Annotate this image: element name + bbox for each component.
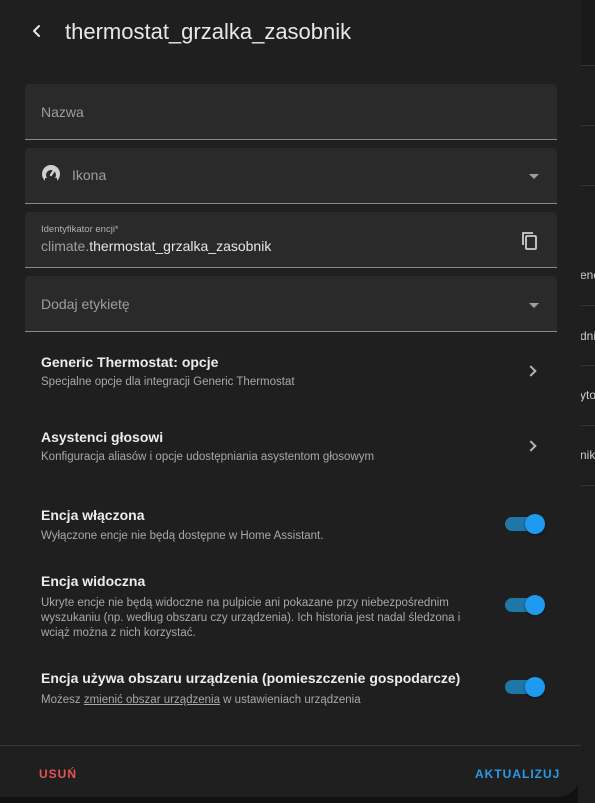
toggle-knob <box>525 514 545 534</box>
integration-options-row[interactable]: Generic Thermostat: opcje Specjalne opcj… <box>25 340 557 402</box>
dialog-title: thermostat_grzalka_zasobnik <box>65 19 352 44</box>
entity-visible-subtitle: Ukryte encje nie będą widoczne na pulpic… <box>41 597 461 639</box>
icon-field-label: Ikona <box>72 167 107 183</box>
dialog-header: thermostat_grzalka_zasobnik <box>0 0 581 62</box>
update-button[interactable]: AKTUALIZUJ <box>475 767 560 781</box>
entity-enabled-title: Encja włączona <box>41 507 145 523</box>
entity-settings-dialog: thermostat_grzalka_zasobnik Nazwa Ikona … <box>0 0 581 797</box>
toggle-knob <box>525 595 545 615</box>
toggle-knob <box>525 677 545 697</box>
name-field[interactable]: Nazwa <box>25 84 557 140</box>
delete-button[interactable]: USUŃ <box>39 767 77 781</box>
icon-picker[interactable]: Ikona <box>25 148 557 204</box>
entity-id-text: thermostat_grzalka_zasobnik <box>89 238 272 254</box>
entity-id-label: Identyfikator encji* <box>41 224 119 235</box>
back-button[interactable] <box>24 18 50 44</box>
background-text: yto <box>580 388 595 402</box>
background-text: ene <box>580 268 595 282</box>
copy-icon[interactable] <box>521 231 539 251</box>
entity-area-subtitle: Możesz zmienić obszar urządzenia w ustaw… <box>41 693 461 708</box>
entity-visible-toggle[interactable] <box>505 595 545 615</box>
gauge-icon <box>42 165 60 184</box>
voice-assistants-row[interactable]: Asystenci głosowi Konfiguracja aliasów i… <box>25 415 557 477</box>
chevron-right-icon <box>525 440 537 452</box>
labels-field-label: Dodaj etykietę <box>41 296 130 312</box>
entity-id-field[interactable]: Identyfikator encji* climate.thermostat_… <box>25 212 557 268</box>
entity-id-value: climate.thermostat_grzalka_zasobnik <box>41 238 271 254</box>
entity-enabled-subtitle: Wyłączone encje nie będą dostępne w Home… <box>41 530 324 542</box>
entity-visible-title: Encja widoczna <box>41 573 146 589</box>
entity-area-subtitle-before: Możesz <box>41 694 84 706</box>
entity-area-row: Encja używa obszaru urządzenia (pomieszc… <box>25 668 557 712</box>
entity-id-prefix: climate. <box>41 238 90 254</box>
dialog-footer: USUŃ AKTUALIZUJ <box>0 745 581 797</box>
chevron-right-icon <box>525 365 537 377</box>
entity-area-subtitle-after: w ustawieniach urządzenia <box>219 694 361 706</box>
name-field-label: Nazwa <box>41 104 84 120</box>
change-device-area-link[interactable]: zmienić obszar urządzenia <box>84 694 220 706</box>
chevron-down-icon <box>529 303 539 308</box>
arrow-left-icon <box>33 25 40 37</box>
voice-assistants-subtitle: Konfiguracja aliasów i opcje udostępnian… <box>41 451 375 463</box>
entity-visible-row: Encja widoczna Ukryte encje nie będą wid… <box>25 571 557 647</box>
chevron-down-icon <box>529 174 539 179</box>
voice-assistants-title: Asystenci głosowi <box>41 429 164 445</box>
background-text: nik <box>580 448 595 462</box>
entity-area-toggle[interactable] <box>505 677 545 697</box>
entity-area-title: Encja używa obszaru urządzenia (pomieszc… <box>41 670 461 686</box>
labels-picker[interactable]: Dodaj etykietę <box>25 276 557 332</box>
entity-enabled-toggle[interactable] <box>505 514 545 534</box>
background-text: dni <box>580 329 595 343</box>
integration-options-subtitle: Specjalne opcje dla integracji Generic T… <box>41 376 295 388</box>
integration-options-title: Generic Thermostat: opcje <box>41 354 219 370</box>
entity-enabled-row: Encja włączona Wyłączone encje nie będą … <box>25 505 557 555</box>
